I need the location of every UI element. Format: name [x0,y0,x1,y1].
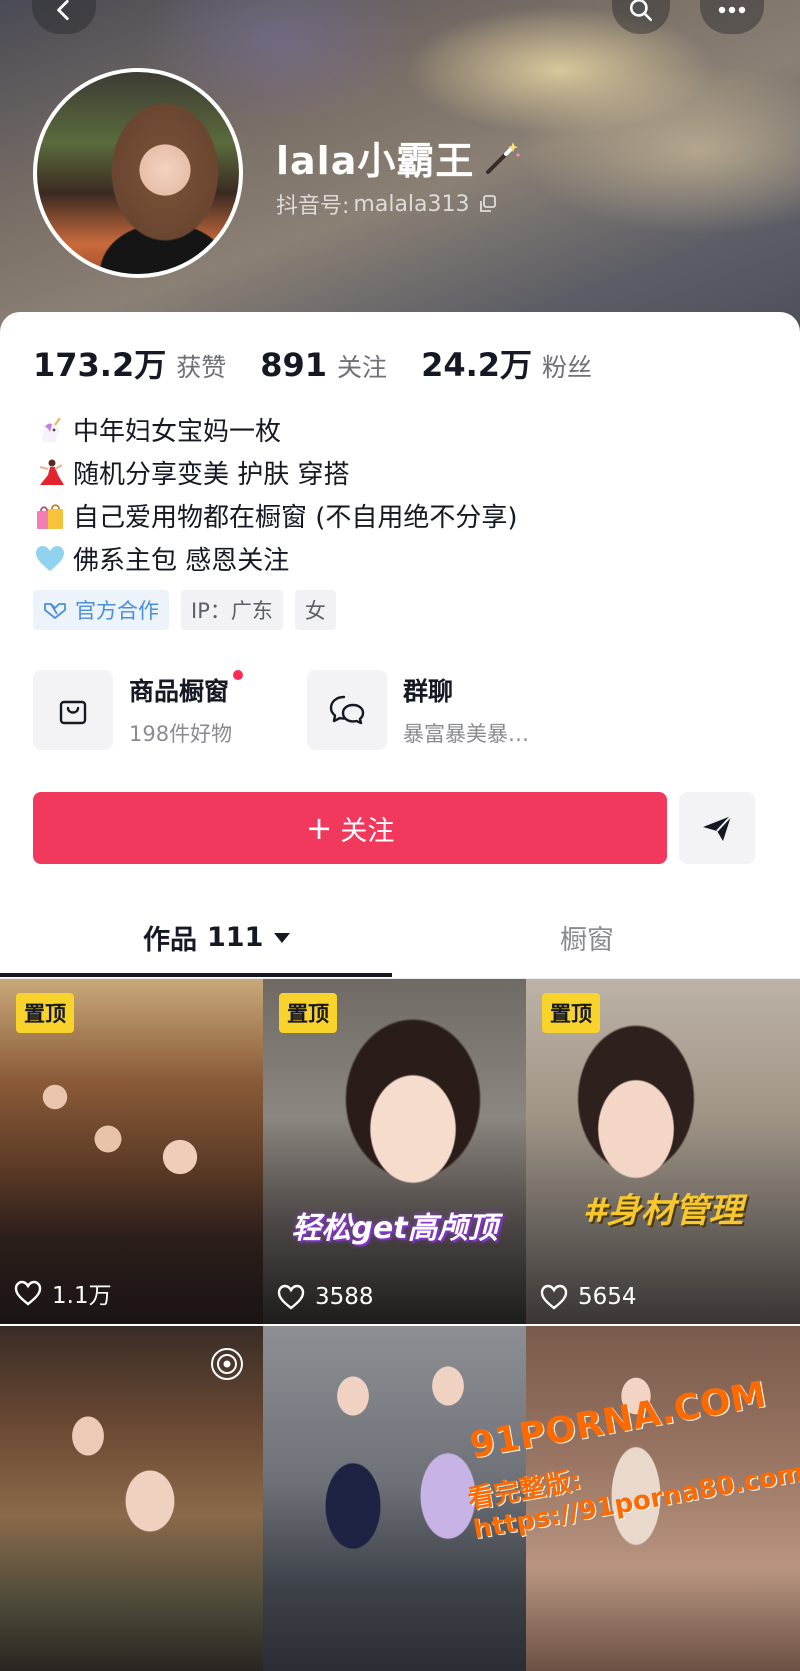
shop-window-text: 商品橱窗 198件好物 [129,670,244,748]
pinned-badge: 置顶 [16,993,74,1033]
bio-line: 中年妇女宝妈一枚 [33,408,518,451]
gender-tag-label: 女 [304,599,326,623]
bio-text: 自己爱用物都在橱窗 (不自用绝不分享) [73,503,518,533]
pinned-badge: 置顶 [542,993,600,1033]
caret-down-icon [274,932,291,943]
unicorn-emoji-icon [33,413,67,447]
follow-button[interactable]: + 关注 [33,792,667,864]
video-likes-count: 5654 [578,1284,637,1310]
uid-row: 抖音号: malala313 [276,188,498,220]
ip-tag-label: IP：广东 [191,599,273,623]
video-likes-count: 3588 [315,1284,374,1310]
tab-shop-label: 橱窗 [560,925,614,956]
content-tabs: 作品 111 橱窗 [0,900,800,979]
dancer-emoji-icon [33,456,67,490]
video-likes: 5654 [540,1284,637,1310]
stat-label: 获赞 [176,353,227,382]
chat-bubbles-icon [329,695,365,725]
pinned-badge: 置顶 [279,993,337,1033]
group-chat-text: 群聊 暴富暴美暴… [403,672,529,748]
video-likes-count: 1.1万 [52,1283,112,1309]
paper-plane-icon [703,815,732,841]
profile-name-row: lala小霸王 [276,130,522,185]
search-icon [629,0,653,22]
stat-likes[interactable]: 173.2万 获赞 [33,340,226,386]
shopping-bag-icon [59,700,87,725]
avatar[interactable] [33,68,243,278]
blue-heart-emoji-icon [33,542,67,576]
stat-value: 891 [260,346,328,384]
shop-window-title: 商品橱窗 [129,670,244,708]
handshake-icon [44,603,66,619]
tab-works-count: 111 [207,922,264,953]
heart-outline-icon [540,1284,568,1310]
video-caption: 轻松get高颅顶 [291,1211,498,1246]
send-message-button[interactable] [679,792,755,864]
stat-value: 24.2万 [421,346,533,384]
official-cooperation-tag[interactable]: 官方合作 [33,590,169,630]
magic-wand-icon [486,141,520,174]
stat-label: 关注 [337,353,388,382]
bio-text: 随机分享变美 护肤 穿搭 [73,460,350,490]
ip-location-tag: IP：广东 [181,590,283,630]
bio-line: 自己爱用物都在橱窗 (不自用绝不分享) [33,494,518,537]
shop-window-entry[interactable]: 商品橱窗 198件好物 [33,670,307,750]
profile-name: lala小霸王 [276,139,475,183]
group-chat-entry[interactable]: 群聊 暴富暴美暴… [307,670,581,750]
stat-followers[interactable]: 24.2万 粉丝 [421,340,592,386]
bio-line: 佛系主包 感恩关注 [33,537,518,580]
heart-outline-icon [14,1280,42,1306]
group-chat-subtitle: 暴富暴美暴… [403,722,529,746]
feature-entries: 商品橱窗 198件好物 群聊 暴富暴美暴… [33,670,581,750]
shop-window-title-text: 商品橱窗 [129,677,230,706]
bio-text: 佛系主包 感恩关注 [73,546,290,576]
more-dots-icon [718,6,746,14]
chevron-left-icon [57,0,69,21]
stat-following[interactable]: 891 关注 [260,346,387,384]
video-tile[interactable]: 置顶 轻松get高颅顶 3588 [263,979,526,1324]
live-broadcast-icon [211,1348,243,1380]
video-likes: 3588 [277,1284,374,1310]
tab-shop-window[interactable]: 橱窗 [560,918,614,957]
video-caption: #身材管理 [583,1191,743,1231]
bio: 中年妇女宝妈一枚 随机分享变美 护肤 穿搭 自己爱用物都在橱窗 (不自用绝不分享… [33,408,518,580]
uid-value: malala313 [353,191,470,217]
tab-works[interactable]: 作品 111 [143,918,291,957]
copy-icon[interactable] [478,194,498,214]
uid-label: 抖音号: [276,194,350,219]
stats-row: 173.2万 获赞 891 关注 24.2万 粉丝 [33,340,626,386]
notification-dot [233,670,244,680]
video-tile[interactable]: 置顶 #身材管理 5654 [526,979,800,1324]
video-tile[interactable] [0,1326,263,1671]
official-tag-label: 官方合作 [75,599,159,623]
video-likes: 1.1万 [14,1276,112,1310]
bio-line: 随机分享变美 护肤 穿搭 [33,451,518,494]
follow-label: 关注 [340,815,395,847]
active-tab-indicator [0,973,392,977]
bio-text: 中年妇女宝妈一枚 [73,417,282,447]
gender-tag: 女 [294,590,336,630]
plus-icon: + [305,809,333,847]
heart-outline-icon [277,1284,305,1310]
profile-tags: 官方合作 IP：广东 女 [33,590,348,630]
group-chat-title: 群聊 [403,677,454,706]
stat-label: 粉丝 [542,353,593,382]
group-chat-icon-box [307,670,387,750]
shopping-bags-emoji-icon [33,499,67,533]
shop-window-subtitle: 198件好物 [129,722,233,746]
tab-works-label: 作品 [143,925,197,956]
shop-window-icon-box [33,670,113,750]
stat-value: 173.2万 [33,346,167,384]
video-tile[interactable]: 置顶 1.1万 [0,979,263,1324]
